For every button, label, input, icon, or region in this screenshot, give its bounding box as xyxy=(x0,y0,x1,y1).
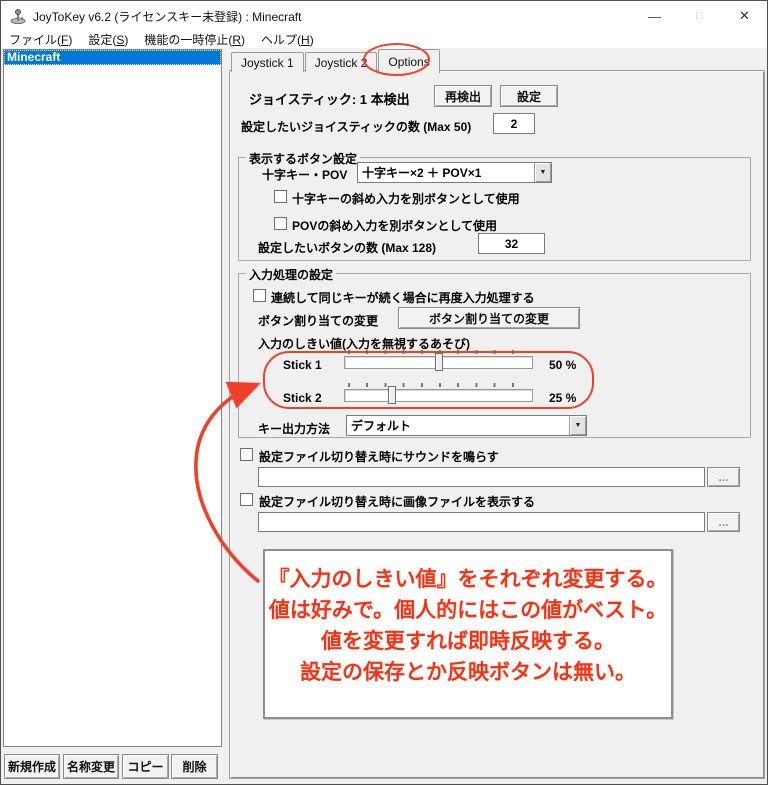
tab-joystick-1[interactable]: Joystick 1 xyxy=(231,52,304,72)
window-controls: — □ ✕ xyxy=(632,1,767,31)
button-count-input[interactable] xyxy=(478,233,545,254)
close-button[interactable]: ✕ xyxy=(722,1,767,31)
image-browse-button[interactable]: ... xyxy=(707,512,740,532)
joystick-count-label: 設定したいジョイスティックの数 (Max 50) xyxy=(241,120,472,134)
joystick-detected-label: ジョイスティック: 1 本検出 xyxy=(249,92,410,107)
new-profile-button[interactable]: 新規作成 xyxy=(4,754,60,779)
input-processing-group-title: 入力処理の設定 xyxy=(246,266,337,283)
key-output-dropdown[interactable]: デフォルト ▼ xyxy=(346,415,587,436)
options-tab-highlight-circle xyxy=(363,43,430,76)
button-count-label: 設定したいボタンの数 (Max 128) xyxy=(258,241,437,255)
pov-label: 十字キー・POV xyxy=(262,168,348,182)
key-output-dropdown-value: デフォルト xyxy=(351,419,412,433)
joystick-count-input[interactable] xyxy=(493,113,535,134)
annotation-line: 値は好みで。個人的にはこの値がベスト。 xyxy=(268,599,668,622)
pov-dropdown-arrow-icon[interactable]: ▼ xyxy=(534,163,551,182)
sound-browse-button[interactable]: ... xyxy=(707,467,740,487)
dpad-diagonal-checkbox[interactable] xyxy=(274,190,287,203)
annotation-line: 『入力のしきい値』をそれぞれ変更する。 xyxy=(268,568,668,591)
assign-change-button[interactable]: ボタン割り当ての変更 xyxy=(398,307,580,329)
annotation-arrow xyxy=(194,381,262,583)
pov-diagonal-label: POVの斜め入力を別ボタンとして使用 xyxy=(292,219,497,233)
annotation-line: 値を変更すれば即時反映する。 xyxy=(321,630,615,653)
profile-item-minecraft[interactable]: Minecraft xyxy=(4,50,221,65)
copy-profile-button[interactable]: コピー xyxy=(122,754,169,779)
delete-profile-button[interactable]: 削除 xyxy=(171,754,218,779)
minimize-button[interactable]: — xyxy=(632,1,677,31)
pov-dropdown-value: 十字キー×2 ＋ POV×1 xyxy=(362,166,482,180)
button-display-group-title: 表示するボタン設定 xyxy=(246,150,361,167)
window-title: JoyToKey v6.2 (ライセンスキー未登録) : Minecraft xyxy=(33,9,302,24)
key-output-dropdown-arrow-icon[interactable]: ▼ xyxy=(569,416,586,435)
assign-change-label: ボタン割り当ての変更 xyxy=(258,314,379,328)
dpad-diagonal-label: 十字キーの斜め入力を別ボタンとして使用 xyxy=(292,192,520,206)
menu-pause-function[interactable]: 機能の一時停止(R) xyxy=(136,31,253,48)
menu-help[interactable]: ヘルプ(H) xyxy=(253,31,322,48)
pov-diagonal-checkbox[interactable] xyxy=(274,217,287,230)
threshold-highlight-rect xyxy=(263,351,594,409)
app-joystick-icon xyxy=(10,9,26,24)
image-path-input[interactable] xyxy=(258,512,705,532)
app-window: JoyToKey v6.2 (ライセンスキー未登録) : Minecraft —… xyxy=(0,0,768,785)
sound-path-input[interactable] xyxy=(258,467,705,487)
menu-settings[interactable]: 設定(S) xyxy=(80,31,136,48)
annotation-line: 設定の保存とか反映ボタンは無い。 xyxy=(300,661,636,684)
menu-file[interactable]: ファイル(F) xyxy=(1,31,80,48)
repeat-input-label: 連続して同じキーが続く場合に再度入力処理する xyxy=(271,291,535,305)
redetect-button[interactable]: 再検出 xyxy=(434,85,492,107)
title-bar: JoyToKey v6.2 (ライセンスキー未登録) : Minecraft —… xyxy=(1,1,767,31)
repeat-input-checkbox[interactable] xyxy=(253,289,266,302)
rename-profile-button[interactable]: 名称変更 xyxy=(63,754,119,779)
maximize-button: □ xyxy=(696,10,703,22)
pov-dropdown[interactable]: 十字キー×2 ＋ POV×1 ▼ xyxy=(357,162,552,183)
annotation-note: 『入力のしきい値』をそれぞれ変更する。 値は好みで。個人的にはこの値がベスト。 … xyxy=(263,549,673,719)
joystick-settings-button[interactable]: 設定 xyxy=(500,85,558,107)
